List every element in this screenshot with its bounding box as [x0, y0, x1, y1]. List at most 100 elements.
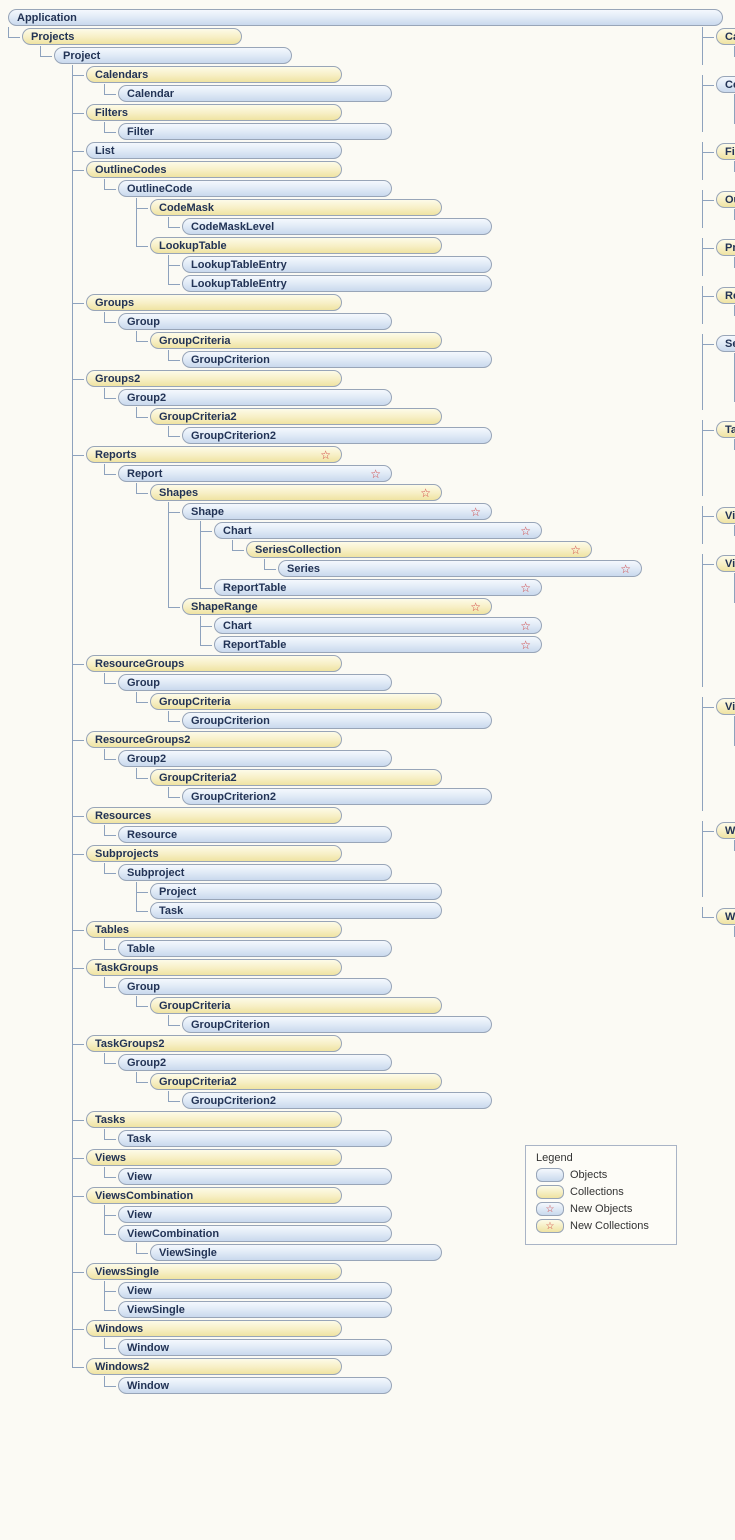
object-node: Group: [118, 978, 392, 995]
tree-node: WindowsWindowPaneView: [702, 821, 735, 897]
object-node: View: [118, 1206, 392, 1223]
tree-node: GroupCriteria2GroupCriterion2: [136, 768, 642, 806]
tree-node: List: [72, 141, 642, 160]
node-label: Group2: [127, 392, 166, 404]
object-node: Project: [54, 47, 292, 64]
tree-node: CodeMaskCodeMaskLevel: [136, 198, 642, 236]
collection-node: Filters: [86, 104, 342, 121]
collection-node: LookupTable: [150, 237, 442, 254]
object-node: Group: [118, 313, 392, 330]
tree-node: Windows2Window: [72, 1357, 642, 1395]
tree-node: GroupCriterion2: [168, 1091, 642, 1110]
tree-node: LookupTableLookupTableEntryLookupTableEn…: [136, 236, 642, 293]
collection-node: Reports☆: [86, 446, 342, 463]
node-label: Selection: [725, 338, 735, 350]
node-label: Tables: [725, 424, 735, 436]
object-node: OutlineCode: [118, 180, 392, 197]
tree-node: TaskGroups GroupGroupCriteriaGroupCriteri…: [72, 958, 642, 1034]
tree-node: ViewsSingleViewViewSingleFilterGroupTabl…: [702, 697, 735, 811]
tree-node: Resource: [104, 825, 642, 844]
tree-node: Shapes☆Shape☆Chart☆SeriesCollection☆Seri…: [136, 483, 642, 654]
object-node: LookupTableEntry: [182, 275, 492, 292]
node-label: Filters: [725, 146, 735, 158]
swatch-collection-icon: [536, 1185, 564, 1199]
tree-node: SeriesCollection ☆Series☆: [232, 540, 642, 578]
node-label: Subproject: [127, 867, 184, 879]
node-label: ReportTable: [223, 639, 286, 651]
object-node: Report☆: [118, 465, 392, 482]
node-label: ViewsCombination: [725, 558, 735, 570]
tree-node: CellResourceTask: [702, 75, 735, 132]
collection-node: ResourceGroups: [86, 655, 342, 672]
object-node: View: [118, 1282, 392, 1299]
collection-node: GroupCriteria2: [150, 408, 442, 425]
collection-node: Filters: [716, 143, 735, 160]
legend-objects: Objects: [536, 1168, 666, 1182]
node-label: GroupCriterion: [191, 1019, 270, 1031]
collection-node: Windows: [86, 1320, 342, 1337]
tree-node: TablesTableTableFieldsTableField: [702, 420, 735, 496]
legend-label: New Collections: [570, 1220, 649, 1232]
tree-node: ViewsView: [702, 506, 735, 544]
node-label: Table: [127, 943, 155, 955]
tree-node: Chart☆: [200, 616, 642, 635]
object-node: Series☆: [278, 560, 642, 577]
tree-node: GroupCriteriaGroupCriterion: [136, 692, 642, 730]
node-label: ReportTemplates: [725, 290, 735, 302]
tree-node: ViewSingle: [104, 1300, 642, 1319]
tree-node: OutlineCodesOutlineCode: [702, 190, 735, 228]
tree-node: ViewSingle: [136, 1243, 642, 1262]
node-label: Shape: [191, 506, 224, 518]
node-label: ViewsSingle: [95, 1266, 159, 1278]
object-node: GroupCriterion2: [182, 788, 492, 805]
node-label: GroupCriterion: [191, 354, 270, 366]
right-column: CalendarsCalendarCellResourceTaskFilters…: [702, 27, 735, 993]
tree-node: ReportTable ☆: [200, 635, 642, 654]
node-label: Calendar: [127, 88, 174, 100]
legend-label: Collections: [570, 1186, 624, 1198]
tree-node: GroupGroupCriteriaGroupCriterion: [104, 977, 642, 1034]
node-label: Tables: [95, 924, 129, 936]
collection-node: Profiles: [716, 239, 735, 256]
object-node: Cell: [716, 76, 735, 93]
tree-node: LookupTableEntry: [168, 255, 642, 274]
object-node: Window: [118, 1339, 392, 1356]
object-node: Selection: [716, 335, 735, 352]
node-label: ReportTable: [223, 582, 286, 594]
tree-node: Groups2Group2GroupCriteria2GroupCriterio…: [72, 369, 642, 445]
tree-node: ViewsCombinationViewViewCombinationViewS…: [702, 554, 735, 687]
node-label: Filter: [127, 126, 154, 138]
node-label: Group: [127, 677, 160, 689]
tree-node: CalendarsCalendar: [72, 65, 642, 103]
tree-node: Windows Window: [72, 1319, 642, 1357]
right-tree: CalendarsCalendarCellResourceTaskFilters…: [702, 27, 735, 983]
node-label: Chart: [223, 620, 252, 632]
star-icon: ☆: [514, 581, 531, 595]
star-icon: ☆: [464, 505, 481, 519]
node-label: Windows2: [725, 911, 735, 923]
collection-node: Windows: [716, 822, 735, 839]
object-node: Group: [118, 674, 392, 691]
node-label: SeriesCollection: [255, 544, 341, 556]
swatch-object-icon: [536, 1168, 564, 1182]
collection-node: ViewsSingle: [716, 698, 735, 715]
tree-node: GroupCriteriaGroupCriterion: [136, 996, 642, 1034]
object-node: Window: [118, 1377, 392, 1394]
star-icon: ☆: [514, 638, 531, 652]
node-label: Task: [159, 905, 183, 917]
node-label: ShapeRange: [191, 601, 258, 613]
node-label: TaskGroups: [95, 962, 158, 974]
object-node: Subproject: [118, 864, 392, 881]
node-label: Group2: [127, 1057, 166, 1069]
collection-node: GroupCriteria: [150, 693, 442, 710]
tree-node: ResourceGroups2Group2GroupCriteria2Group…: [72, 730, 642, 806]
object-node: Project: [150, 883, 442, 900]
tree-node: Report☆Shapes☆Shape☆Chart☆SeriesCollecti…: [104, 464, 642, 654]
node-label: GroupCriterion2: [191, 430, 276, 442]
object-node: ViewSingle: [150, 1244, 442, 1261]
tree-node: Table: [104, 939, 642, 958]
tree-node: Series☆: [264, 559, 642, 578]
collection-node: Subprojects: [86, 845, 342, 862]
tree-node: Reports☆Report☆Shapes☆Shape☆Chart☆Series…: [72, 445, 642, 654]
star-icon: ☆: [614, 562, 631, 576]
